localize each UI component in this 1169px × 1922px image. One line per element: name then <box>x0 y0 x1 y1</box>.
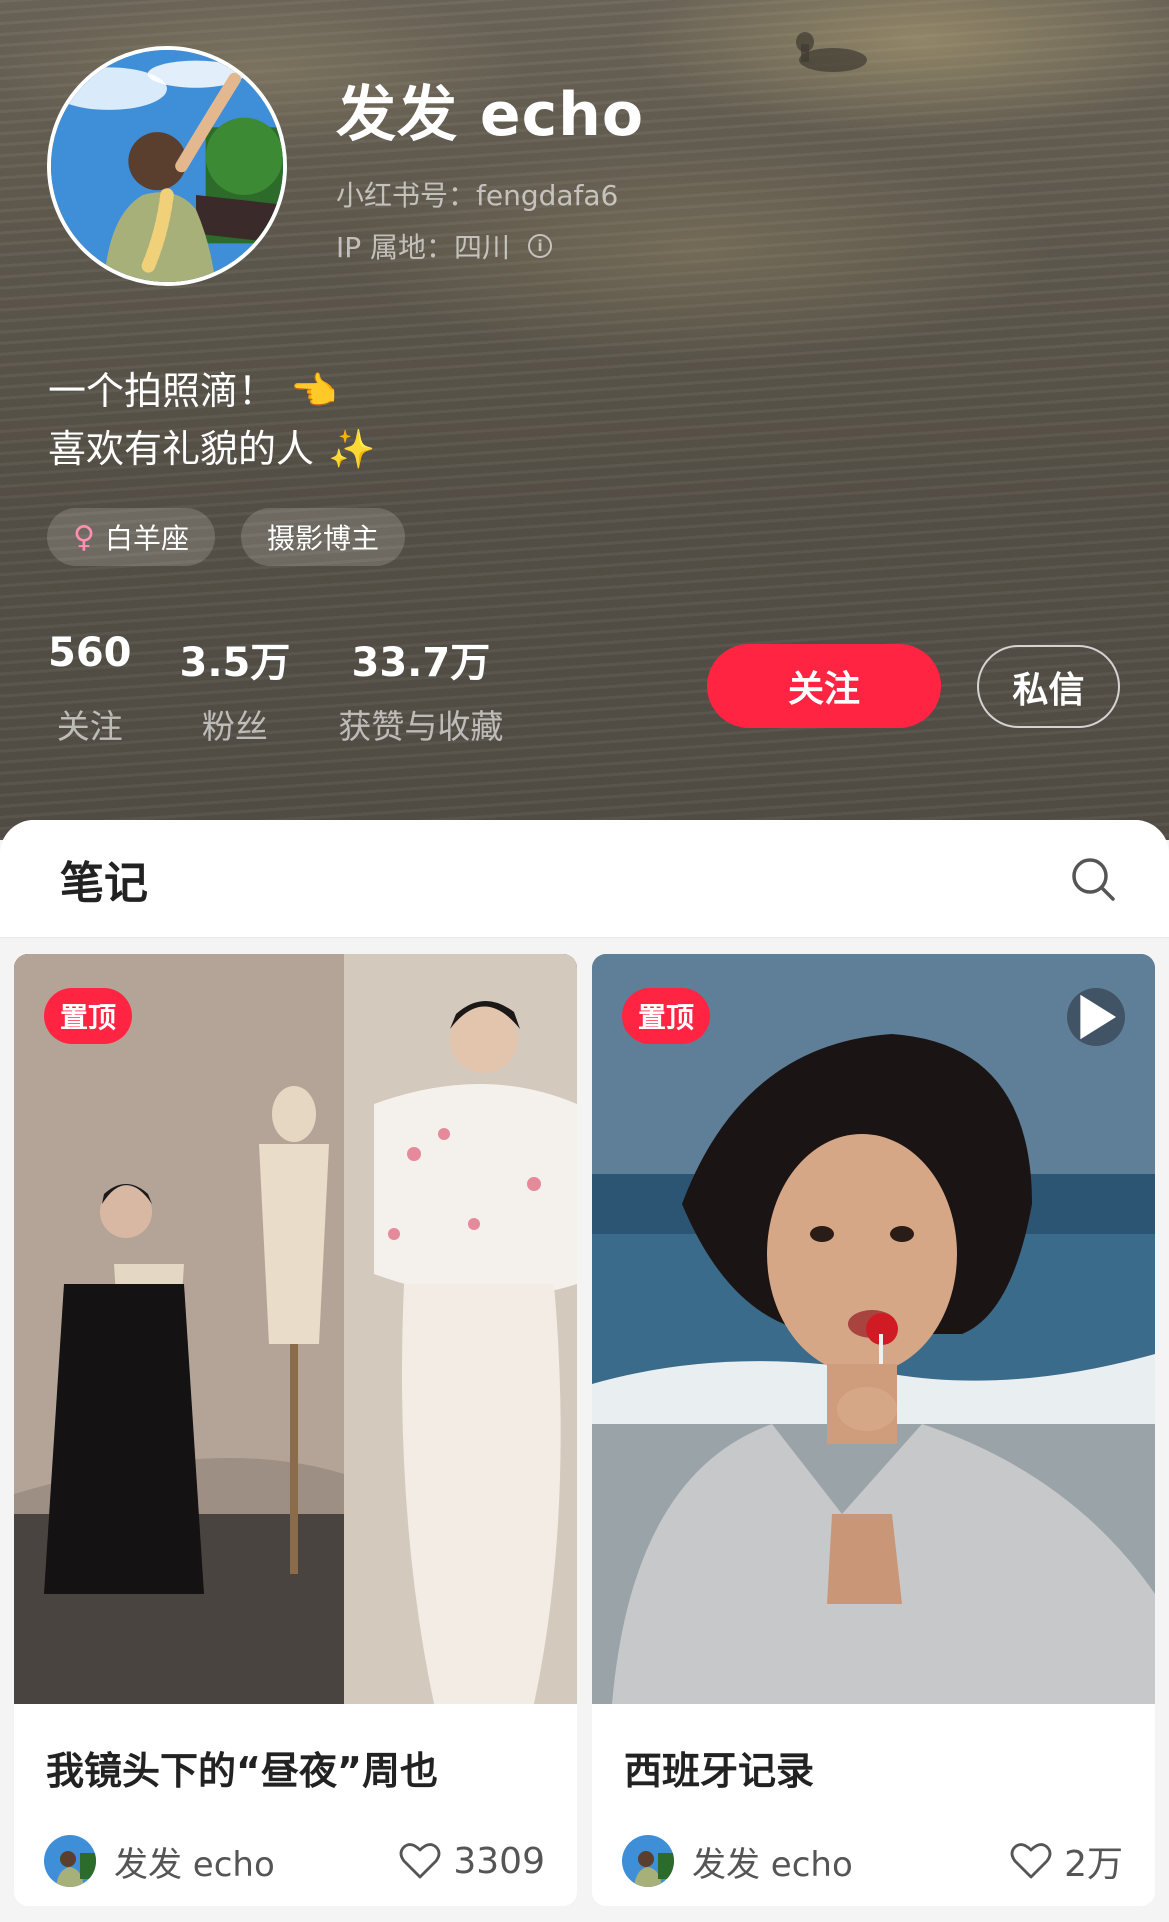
note-title[interactable]: 我镜头下的“昼夜”周也 <box>14 1704 577 1808</box>
video-play-icon[interactable] <box>1067 988 1125 1046</box>
like-count: 2万 <box>1064 1844 1123 1885</box>
stat-number: 3.5万 <box>179 640 291 686</box>
profile-avatar[interactable] <box>47 46 287 286</box>
tag-zodiac[interactable]: ♀ 白羊座 <box>47 508 215 566</box>
author-avatar <box>622 1835 674 1887</box>
xhs-id: 小红书号：fengdafa6 <box>336 179 619 212</box>
stat-number: 33.7万 <box>351 640 491 686</box>
stat-likes-collects[interactable]: 33.7万 获赞与收藏 <box>338 630 503 748</box>
note-footer: 发发 echo 3309 <box>14 1808 577 1906</box>
note-author[interactable]: 发发 echo <box>44 1835 275 1887</box>
bio-line-2: 喜欢有礼貌的人 <box>48 427 315 471</box>
sparkles-emoji: ✨ <box>328 427 376 471</box>
stat-label: 关注 <box>56 707 123 746</box>
notes-panel: 笔记 置顶 我镜头下的“昼夜”周也 发发 echo 3309 置顶 西班牙记录 … <box>0 820 1169 1922</box>
tag-label: 摄影博主 <box>267 522 380 555</box>
ip-location: IP 属地：四川 i <box>336 226 553 266</box>
heart-icon[interactable] <box>399 1842 441 1880</box>
note-cover-image[interactable]: 置顶 <box>14 954 577 1704</box>
pinned-badge: 置顶 <box>44 988 133 1044</box>
author-name: 发发 echo <box>692 1844 853 1885</box>
profile-stats: 560 关注 3.5万 粉丝 33.7万 获赞与收藏 <box>48 630 551 748</box>
like-count: 3309 <box>453 1840 545 1882</box>
profile-header: 发发 echo 小红书号：fengdafa6 IP 属地：四川 i 一个拍照滴！… <box>0 0 1169 840</box>
author-name: 发发 echo <box>114 1844 275 1885</box>
note-author[interactable]: 发发 echo <box>622 1835 853 1887</box>
notes-grid: 置顶 我镜头下的“昼夜”周也 发发 echo 3309 置顶 西班牙记录 发发 … <box>14 954 1155 1906</box>
message-button[interactable]: 私信 <box>977 645 1120 728</box>
note-cover-image[interactable]: 置顶 <box>592 954 1155 1704</box>
stat-label: 获赞与收藏 <box>338 707 504 746</box>
note-title[interactable]: 西班牙记录 <box>592 1704 1155 1808</box>
heart-icon[interactable] <box>1010 1842 1052 1880</box>
stat-followers[interactable]: 3.5万 粉丝 <box>180 630 291 748</box>
stat-number: 560 <box>48 630 132 676</box>
profile-tags: ♀ 白羊座 摄影博主 <box>47 508 406 566</box>
info-icon[interactable]: i <box>528 234 553 258</box>
note-footer: 发发 echo 2万 <box>592 1808 1155 1906</box>
tab-notes[interactable]: 笔记 <box>60 847 148 911</box>
bio-line-1: 一个拍照滴！ <box>48 369 277 413</box>
pinned-badge: 置顶 <box>622 988 711 1044</box>
stat-label: 粉丝 <box>201 707 268 746</box>
stat-following[interactable]: 560 关注 <box>48 630 132 748</box>
pointing-hand-emoji: 👈 <box>290 369 338 413</box>
tag-label: 白羊座 <box>104 522 189 555</box>
notes-tab-bar: 笔记 <box>0 820 1169 938</box>
note-likes[interactable]: 3309 <box>399 1841 545 1882</box>
author-avatar <box>44 1835 96 1887</box>
note-card[interactable]: 置顶 西班牙记录 发发 echo 2万 <box>592 954 1155 1906</box>
follow-button[interactable]: 关注 <box>707 644 941 728</box>
female-icon: ♀ <box>73 519 95 555</box>
bio: 一个拍照滴！ 👈 喜欢有礼貌的人 ✨ <box>48 362 375 478</box>
search-icon[interactable] <box>1069 855 1117 903</box>
note-likes[interactable]: 2万 <box>1010 1835 1123 1887</box>
ip-location-text: IP 属地：四川 <box>336 231 511 264</box>
duck-background-decoration <box>796 32 867 72</box>
display-name: 发发 echo <box>336 80 645 150</box>
note-card[interactable]: 置顶 我镜头下的“昼夜”周也 发发 echo 3309 <box>14 954 577 1906</box>
tag-occupation[interactable]: 摄影博主 <box>241 508 406 566</box>
